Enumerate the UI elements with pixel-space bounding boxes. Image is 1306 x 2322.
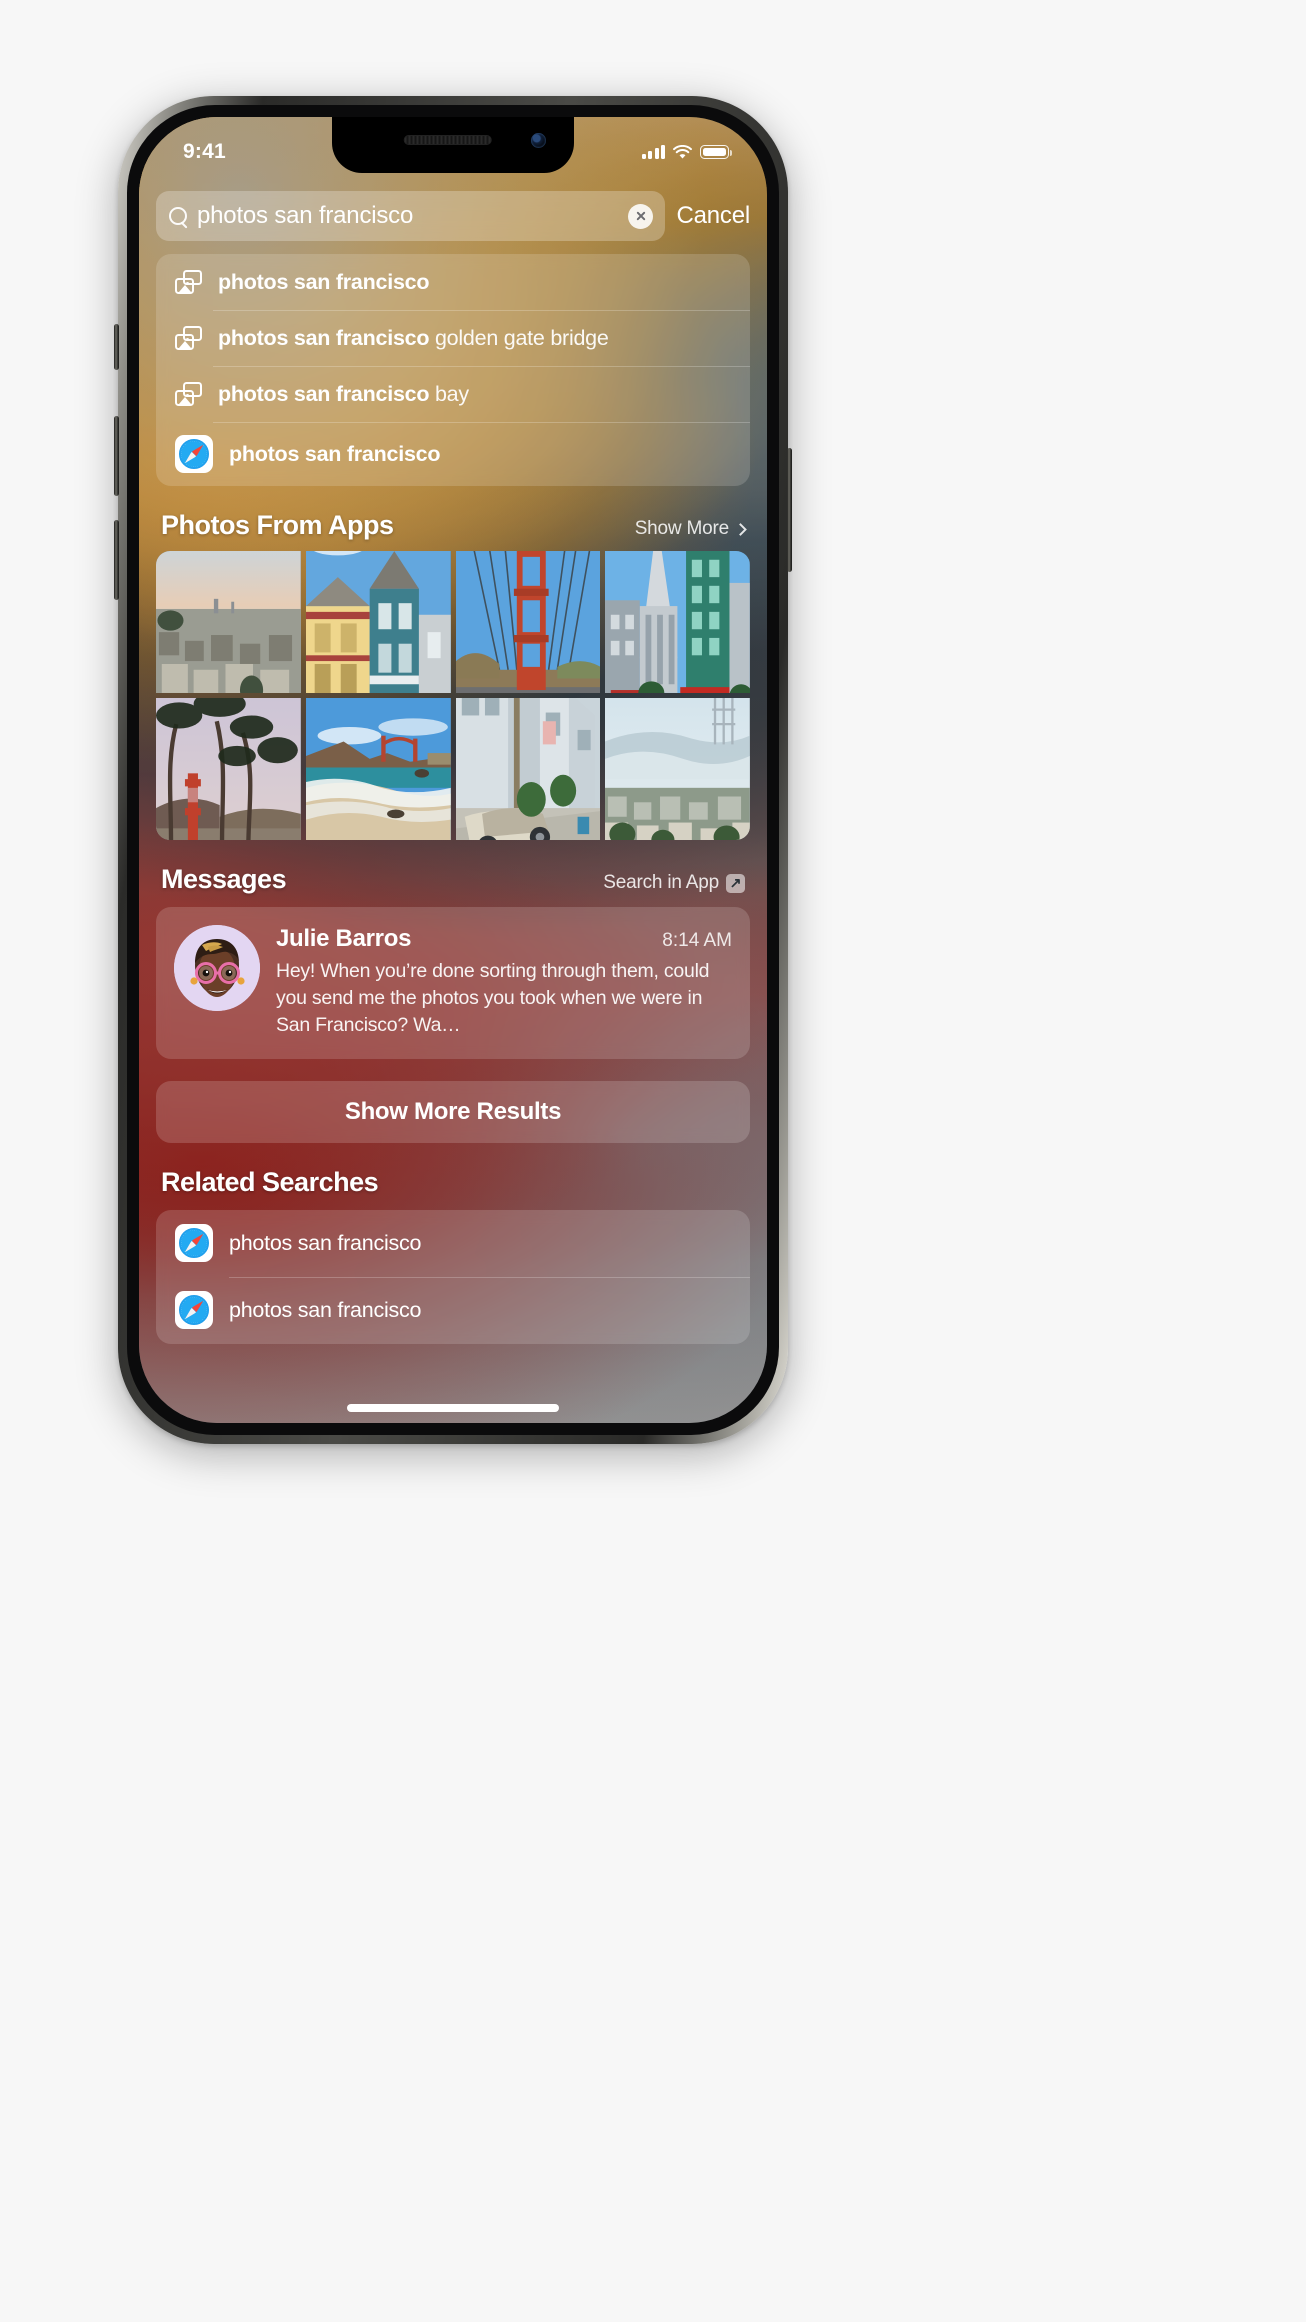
suggestion-label: photos san francisco — [229, 441, 441, 466]
silent-switch[interactable] — [114, 324, 119, 370]
suggestion-row[interactable]: photos san francisco bay — [156, 366, 750, 422]
safari-icon — [175, 1291, 213, 1330]
photos-icon — [175, 270, 202, 294]
suggestion-row[interactable]: photos san francisco — [156, 254, 750, 310]
search-in-app-label: Search in App — [603, 872, 719, 893]
cancel-button[interactable]: Cancel — [676, 202, 750, 230]
related-search-label: photos san francisco — [229, 1297, 422, 1322]
message-header: Julie Barros 8:14 AM — [276, 925, 732, 953]
photo-thumbnail[interactable] — [605, 698, 750, 840]
photos-section-header: Photos From Apps Show More — [156, 510, 750, 541]
message-preview: Hey! When you’re done sorting through th… — [276, 960, 710, 1036]
status-time: 9:41 — [183, 140, 226, 163]
search-in-app-button[interactable]: Search in App — [603, 872, 745, 894]
search-suggestions-card: photos san francisco photos san francisc… — [156, 254, 750, 486]
related-search-row[interactable]: photos san francisco — [156, 1276, 750, 1344]
show-more-results-button[interactable]: Show More Results — [156, 1080, 750, 1143]
memoji-avatar — [174, 925, 260, 1011]
clear-icon[interactable] — [628, 203, 654, 229]
photo-thumbnail[interactable] — [156, 698, 301, 840]
side-power-button[interactable] — [787, 448, 792, 572]
suggestion-label: photos san francisco golden gate bridge — [218, 325, 609, 350]
device-bezel: 9:41 photos san francisco Cancel photos … — [127, 105, 779, 1435]
open-in-app-icon — [726, 873, 745, 893]
chevron-right-icon — [734, 522, 747, 536]
search-icon — [169, 206, 188, 226]
photo-thumbnail[interactable] — [605, 551, 750, 693]
message-result-card[interactable]: Julie Barros 8:14 AM Hey! When you’re do… — [156, 907, 750, 1059]
iphone-screen: 9:41 photos san francisco Cancel photos … — [139, 117, 767, 1423]
volume-down-button[interactable] — [114, 520, 119, 600]
status-indicators — [641, 145, 733, 159]
iphone-device-frame: 9:41 photos san francisco Cancel photos … — [114, 96, 792, 1444]
related-section-header: Related Searches — [156, 1167, 750, 1198]
messages-section-header: Messages Search in App — [156, 864, 750, 895]
message-body: Julie Barros 8:14 AM Hey! When you’re do… — [276, 925, 732, 1039]
volume-up-button[interactable] — [114, 416, 119, 496]
wifi-icon — [673, 145, 692, 159]
photo-thumbnail[interactable] — [305, 551, 451, 693]
message-time: 8:14 AM — [662, 930, 732, 951]
related-searches-card: photos san francisco photos san francisc… — [156, 1209, 750, 1344]
search-query-text: photos san francisco — [197, 202, 414, 229]
photos-icon — [175, 382, 202, 406]
related-search-label: photos san francisco — [229, 1230, 422, 1255]
photo-thumbnail[interactable] — [455, 551, 601, 693]
photo-thumbnail[interactable] — [305, 698, 451, 840]
search-bar-row: photos san francisco Cancel — [156, 191, 750, 241]
suggestion-label: photos san francisco bay — [218, 381, 469, 406]
search-input[interactable]: photos san francisco — [156, 191, 666, 241]
photo-thumbnail[interactable] — [455, 698, 601, 840]
signal-bars-icon — [641, 145, 665, 159]
home-indicator[interactable] — [347, 1404, 559, 1412]
suggestion-label: photos san francisco — [218, 269, 430, 294]
related-section-title: Related Searches — [161, 1166, 379, 1197]
safari-icon — [175, 435, 213, 473]
suggestion-row[interactable]: photos san francisco — [156, 422, 750, 486]
battery-icon — [700, 145, 733, 159]
photos-icon — [175, 326, 202, 350]
show-more-photos-button[interactable]: Show More — [634, 518, 747, 540]
message-sender: Julie Barros — [276, 925, 412, 952]
related-search-row[interactable]: photos san francisco — [156, 1210, 750, 1277]
suggestion-row[interactable]: photos san francisco golden gate bridge — [156, 310, 750, 366]
screenshot-stage: 9:41 photos san francisco Cancel photos … — [0, 0, 1306, 2322]
photos-grid — [156, 551, 750, 840]
status-bar: 9:41 — [139, 117, 767, 173]
messages-section-title: Messages — [161, 864, 287, 894]
photo-thumbnail[interactable] — [156, 551, 301, 693]
spotlight-search-view: photos san francisco Cancel photos san f… — [139, 117, 767, 1423]
safari-icon — [175, 1224, 213, 1263]
show-more-label: Show More — [634, 518, 729, 539]
photos-section-title: Photos From Apps — [161, 510, 394, 540]
